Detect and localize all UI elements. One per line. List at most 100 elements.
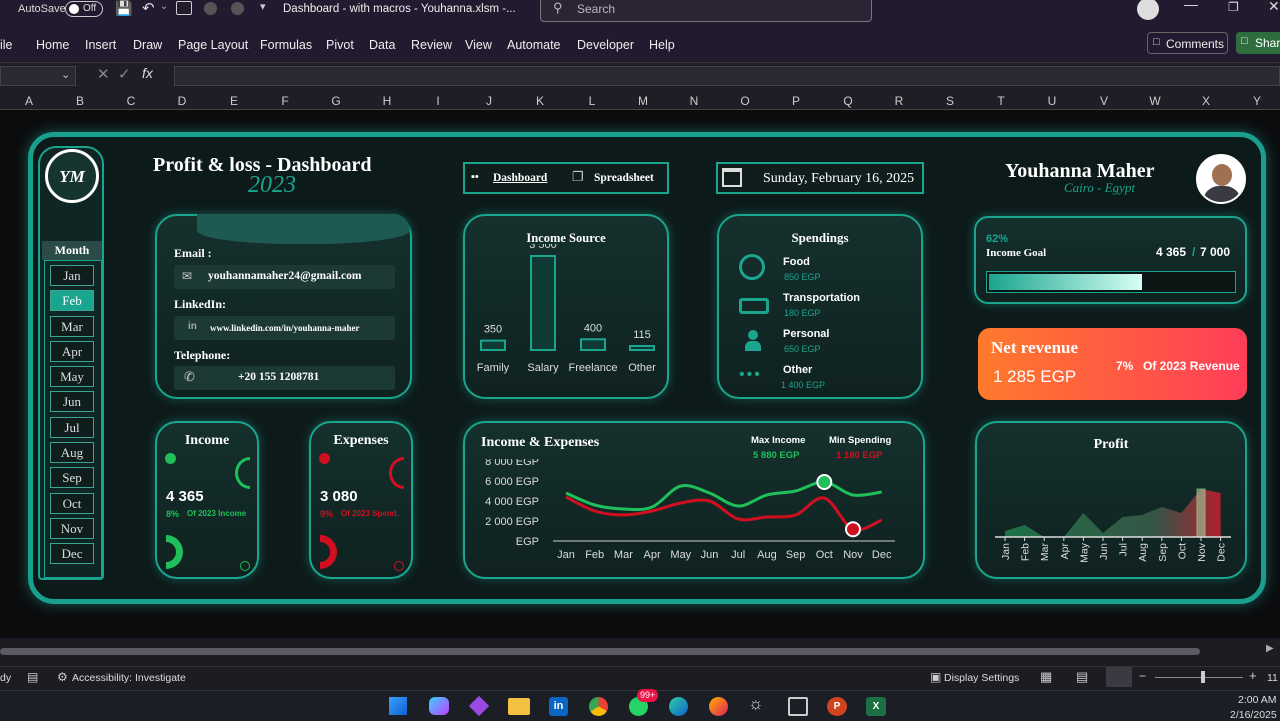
autosave-toggle[interactable]: Off — [65, 1, 103, 17]
column-header[interactable]: S — [940, 94, 960, 108]
linkedin-field[interactable]: in www.linkedin.com/in/youhanna-maher — [174, 316, 395, 340]
record-icon-2[interactable] — [231, 2, 244, 15]
record-icon[interactable] — [204, 2, 217, 15]
tab-insert[interactable]: Insert — [85, 38, 116, 52]
app-icon[interactable] — [469, 696, 489, 716]
tab-review[interactable]: Review — [411, 38, 452, 52]
column-header[interactable]: R — [889, 94, 909, 108]
page-layout-view-icon[interactable]: ▤ — [1076, 669, 1088, 685]
clock-time[interactable]: 2:00 AM — [1238, 694, 1277, 706]
tab-formulas[interactable]: Formulas — [260, 38, 312, 52]
column-header[interactable]: F — [275, 94, 295, 108]
tab-data[interactable]: Data — [369, 38, 395, 52]
horizontal-scrollbar[interactable] — [0, 648, 1200, 655]
phone-field[interactable]: ✆ +20 155 1208781 — [174, 366, 395, 390]
cancel-icon[interactable]: ✕ — [97, 65, 110, 83]
tab-pivot[interactable]: Pivot — [326, 38, 354, 52]
column-header[interactable]: O — [735, 94, 755, 108]
month-button-nov[interactable]: Nov — [50, 518, 94, 539]
column-header[interactable]: Q — [838, 94, 858, 108]
tab-home[interactable]: Home — [36, 38, 69, 52]
column-header[interactable]: E — [224, 94, 244, 108]
undo-icon[interactable]: ↶ — [142, 0, 155, 17]
month-button-jan[interactable]: Jan — [50, 265, 94, 286]
column-header[interactable]: C — [121, 94, 141, 108]
column-header[interactable]: B — [70, 94, 90, 108]
form-icon[interactable] — [176, 1, 192, 15]
copilot-icon[interactable] — [429, 697, 449, 715]
close-icon[interactable]: ✕ — [1268, 0, 1280, 15]
powerpoint-icon[interactable]: P — [827, 697, 847, 716]
share-button[interactable]: □ Share — [1236, 32, 1280, 54]
month-button-jun[interactable]: Jun — [50, 391, 94, 412]
clock-date[interactable]: 2/16/2025 — [1230, 709, 1277, 721]
month-button-oct[interactable]: Oct — [50, 493, 94, 514]
restore-icon[interactable]: ❐ — [1228, 0, 1239, 14]
save-icon[interactable]: 💾 — [115, 0, 132, 17]
column-header[interactable]: T — [991, 94, 1011, 108]
month-button-dec[interactable]: Dec — [50, 543, 94, 564]
tab-developer[interactable]: Developer — [577, 38, 634, 52]
insert-function-button[interactable]: fx — [142, 65, 153, 81]
zoom-out-button[interactable]: − — [1139, 669, 1146, 683]
zoom-level[interactable]: 11 — [1267, 672, 1278, 684]
tab-page-layout[interactable]: Page Layout — [178, 38, 248, 52]
tab-draw[interactable]: Draw — [133, 38, 162, 52]
column-header[interactable]: A — [19, 94, 39, 108]
spreadsheet-nav-button[interactable]: Spreadsheet — [594, 172, 654, 184]
display-settings-button[interactable]: Display Settings — [944, 672, 1019, 684]
normal-view-icon[interactable]: ▦ — [1040, 669, 1052, 685]
column-header[interactable]: M — [633, 94, 653, 108]
chevron-down-icon[interactable]: ⌄ — [160, 1, 168, 12]
dashboard-nav-button[interactable]: Dashboard — [493, 172, 547, 184]
month-button-feb[interactable]: Feb — [50, 290, 94, 311]
column-header[interactable]: X — [1196, 94, 1216, 108]
macro-record-icon[interactable]: ▤ — [27, 670, 38, 684]
comments-button[interactable]: □ Comments — [1147, 32, 1228, 54]
windows-start-icon[interactable] — [389, 697, 407, 715]
zoom-slider-thumb[interactable] — [1201, 671, 1205, 683]
column-header[interactable]: W — [1145, 94, 1165, 108]
file-explorer-icon[interactable] — [508, 698, 530, 715]
month-button-jul[interactable]: Jul — [50, 417, 94, 438]
page-break-view-icon[interactable] — [1106, 667, 1132, 687]
search-box[interactable]: ⚲ Search — [540, 0, 872, 22]
formula-input[interactable] — [174, 66, 1280, 86]
firefox-icon[interactable] — [709, 697, 728, 716]
tab-file[interactable]: ile — [0, 38, 13, 52]
column-header[interactable]: U — [1042, 94, 1062, 108]
tab-automate[interactable]: Automate — [507, 38, 561, 52]
column-header[interactable]: P — [786, 94, 806, 108]
column-header[interactable]: H — [377, 94, 397, 108]
column-header[interactable]: N — [684, 94, 704, 108]
enter-icon[interactable]: ✓ — [118, 65, 131, 83]
linkedin-app-icon[interactable]: in — [549, 697, 568, 716]
excel-icon[interactable]: X — [866, 697, 886, 716]
accessibility-status[interactable]: Accessibility: Investigate — [72, 672, 186, 684]
settings-icon[interactable]: ☼ — [748, 694, 764, 714]
chrome-icon[interactable] — [589, 697, 608, 716]
worksheet[interactable]: YM Month Jan Feb Mar Apr May Jun Jul Aug… — [0, 110, 1280, 638]
column-header[interactable]: G — [326, 94, 346, 108]
account-avatar[interactable] — [1137, 0, 1159, 20]
month-button-apr[interactable]: Apr — [50, 341, 94, 362]
column-header[interactable]: D — [172, 94, 192, 108]
scroll-right-icon[interactable]: ▶ — [1266, 643, 1274, 654]
minimize-icon[interactable]: — — [1184, 0, 1198, 12]
zoom-in-button[interactable]: + — [1249, 668, 1257, 683]
zoom-slider[interactable] — [1155, 677, 1243, 678]
month-button-mar[interactable]: Mar — [50, 316, 94, 337]
tab-view[interactable]: View — [465, 38, 492, 52]
column-header[interactable]: K — [530, 94, 550, 108]
column-header[interactable]: V — [1094, 94, 1114, 108]
column-header[interactable]: I — [428, 94, 448, 108]
column-header[interactable]: L — [582, 94, 602, 108]
edge-icon[interactable] — [669, 697, 688, 716]
email-field[interactable]: ✉ youhannamaher24@gmail.com — [174, 265, 395, 289]
customize-icon[interactable]: ▾ — [260, 0, 266, 13]
app-window-icon[interactable] — [788, 697, 808, 716]
column-header[interactable]: J — [479, 94, 499, 108]
name-box[interactable]: ⌄ — [0, 66, 76, 86]
month-button-aug[interactable]: Aug — [50, 442, 94, 463]
month-button-sep[interactable]: Sep — [50, 467, 94, 488]
